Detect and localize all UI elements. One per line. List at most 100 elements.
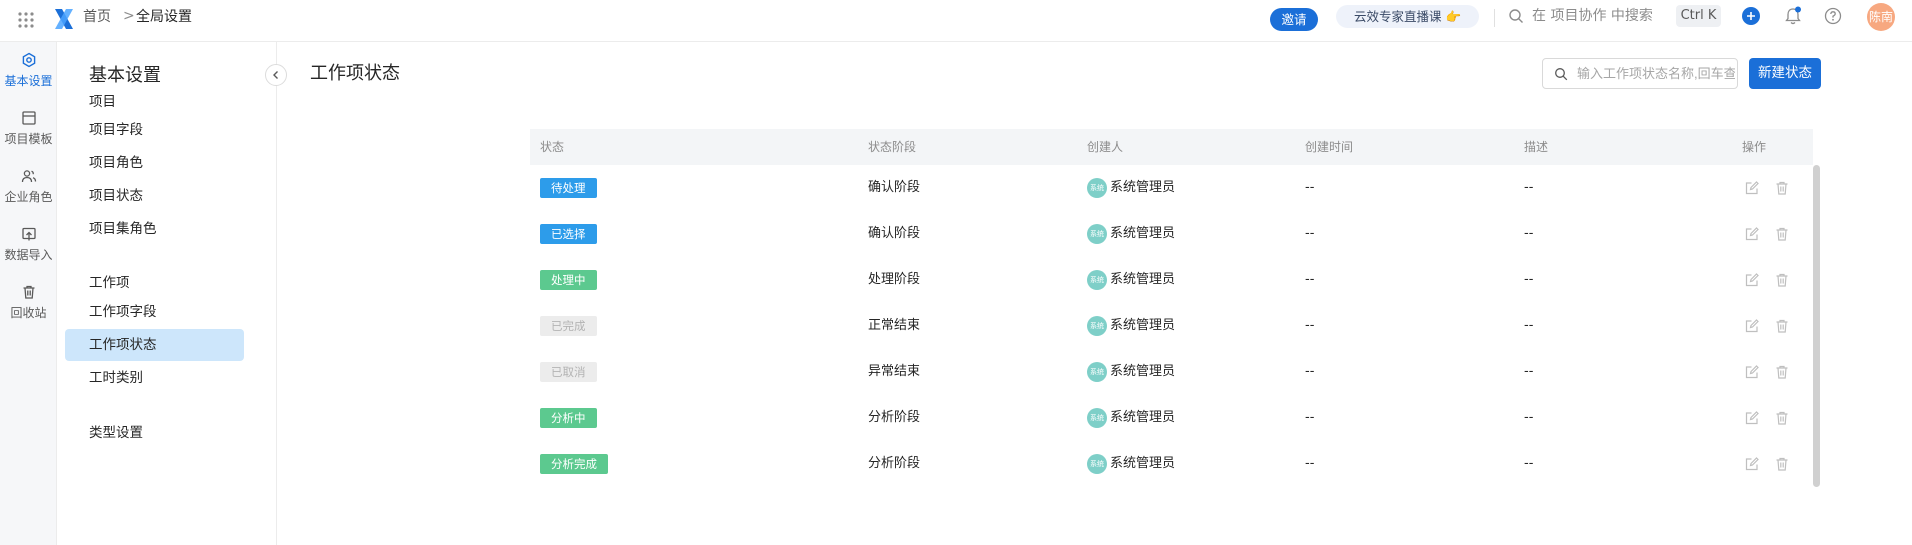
breadcrumb-home[interactable]: 首页 (83, 8, 111, 26)
rail-label: 回收站 (10, 306, 47, 320)
live-course-button[interactable]: 云效专家直播课 👉 (1336, 5, 1479, 28)
nav-group-workitem: 工作项 (89, 275, 130, 291)
stage-cell: 确认阶段 (868, 180, 921, 195)
delete-icon[interactable] (1774, 364, 1790, 380)
main-content: 工作项状态 新建状态 状态 状态阶段 创建人 创建时间 描述 操作 待处理确认阶… (277, 42, 1912, 545)
app-logo-icon[interactable] (53, 6, 75, 32)
stage-cell: 处理阶段 (868, 272, 921, 287)
description-cell: -- (1524, 272, 1534, 287)
creator-avatar: 系统 (1087, 270, 1107, 290)
description-cell: -- (1524, 180, 1534, 195)
rail-item-basic-settings[interactable]: 基本设置 (0, 52, 57, 89)
delete-icon[interactable] (1774, 410, 1790, 426)
created-time-cell: -- (1305, 318, 1315, 333)
apps-grid-icon[interactable] (16, 10, 36, 30)
creator-cell: 系统管理员 (1110, 410, 1176, 425)
table-row: 已取消 异常结束 系统 系统管理员 -- -- (530, 349, 1813, 395)
nav-group-project: 项目 (89, 94, 116, 110)
rail-item-project-template[interactable]: 项目模板 (0, 110, 57, 147)
sidebar-item-workitem-status[interactable]: 工作项状态 (65, 329, 244, 361)
delete-icon[interactable] (1774, 272, 1790, 288)
delete-icon[interactable] (1774, 226, 1790, 242)
created-time-cell: -- (1305, 456, 1315, 471)
search-icon[interactable] (1508, 8, 1524, 24)
status-badge[interactable]: 分析中 (540, 408, 597, 428)
table-row: 已选择 确认阶段 系统 系统管理员 -- -- (530, 211, 1813, 257)
created-time-cell: -- (1305, 364, 1315, 379)
rail-label: 项目模板 (4, 132, 53, 146)
top-bar: 首页 > 全局设置 邀请 云效专家直播课 👉 在 项目协作 中搜索 Ctrl K… (0, 0, 1912, 42)
sidebar-item-worktime-category[interactable]: 工时类别 (65, 362, 244, 394)
status-badge[interactable]: 待处理 (540, 178, 597, 198)
created-time-cell: -- (1305, 226, 1315, 241)
breadcrumb-separator: > (123, 8, 135, 24)
users-icon (21, 170, 36, 183)
column-header-actions: 操作 (1742, 140, 1767, 154)
table-scrollbar[interactable] (1813, 165, 1820, 487)
column-header-status: 状态 (540, 140, 565, 154)
status-search-box[interactable] (1542, 58, 1738, 89)
edit-icon[interactable] (1744, 180, 1760, 196)
delete-icon[interactable] (1774, 318, 1790, 334)
edit-icon[interactable] (1744, 226, 1760, 242)
new-status-button[interactable]: 新建状态 (1749, 58, 1821, 89)
description-cell: -- (1524, 318, 1534, 333)
rail-label: 企业角色 (4, 190, 53, 204)
status-badge[interactable]: 已选择 (540, 224, 597, 244)
description-cell: -- (1524, 226, 1534, 241)
description-cell: -- (1524, 364, 1534, 379)
delete-icon[interactable] (1774, 180, 1790, 196)
column-header-description: 描述 (1524, 140, 1549, 154)
edit-icon[interactable] (1744, 364, 1760, 380)
help-icon[interactable] (1824, 7, 1842, 25)
table-row: 分析中 分析阶段 系统 系统管理员 -- -- (530, 395, 1813, 441)
edit-icon[interactable] (1744, 456, 1760, 472)
sidebar-item-project-status[interactable]: 项目状态 (65, 180, 244, 212)
creator-cell: 系统管理员 (1110, 226, 1176, 241)
column-header-creator: 创建人 (1087, 140, 1124, 154)
sidebar-item-project-roles[interactable]: 项目角色 (65, 147, 244, 179)
status-badge[interactable]: 已取消 (540, 362, 597, 382)
settings-hexagon-icon (22, 52, 35, 68)
creator-avatar: 系统 (1087, 454, 1107, 474)
plus-circle-icon[interactable] (1742, 7, 1760, 25)
creator-avatar: 系统 (1087, 362, 1107, 382)
edit-icon[interactable] (1744, 410, 1760, 426)
table-row: 处理中 处理阶段 系统 系统管理员 -- -- (530, 257, 1813, 303)
sidebar-item-workitem-fields[interactable]: 工作项字段 (65, 296, 244, 328)
sidebar-item-program-roles[interactable]: 项目集角色 (65, 213, 244, 245)
created-time-cell: -- (1305, 272, 1315, 287)
sidebar-item-project-fields[interactable]: 项目字段 (65, 114, 244, 146)
creator-avatar: 系统 (1087, 316, 1107, 336)
status-badge[interactable]: 处理中 (540, 270, 597, 290)
template-icon (21, 111, 36, 125)
settings-sidebar: 基本设置 项目 项目字段 项目角色 项目状态 项目集角色 工作项 工作项字段 工… (57, 42, 287, 545)
user-avatar[interactable]: 陈南 (1867, 3, 1895, 31)
edit-icon[interactable] (1744, 318, 1760, 334)
status-search-input[interactable] (1577, 59, 1735, 88)
invite-button[interactable]: 邀请 (1270, 8, 1318, 31)
nav-group-type-settings: 类型设置 (89, 425, 143, 441)
status-badge[interactable]: 分析完成 (540, 454, 608, 474)
table-row: 分析完成 分析阶段 系统 系统管理员 -- -- (530, 441, 1813, 487)
creator-avatar: 系统 (1087, 224, 1107, 244)
rail-item-data-import[interactable]: 数据导入 (0, 226, 57, 263)
delete-icon[interactable] (1774, 456, 1790, 472)
rail-item-enterprise-role[interactable]: 企业角色 (0, 168, 57, 205)
rail-label: 数据导入 (4, 248, 53, 262)
creator-avatar: 系统 (1087, 408, 1107, 428)
stage-cell: 正常结束 (868, 318, 921, 333)
status-badge[interactable]: 已完成 (540, 316, 597, 336)
import-icon (21, 227, 36, 241)
global-search-input[interactable]: 在 项目协作 中搜索 (1532, 7, 1653, 25)
rail-item-recycle-bin[interactable]: 回收站 (0, 284, 57, 321)
shortcut-hint: Ctrl K (1676, 5, 1721, 27)
edit-icon[interactable] (1744, 272, 1760, 288)
stage-cell: 确认阶段 (868, 226, 921, 241)
stage-cell: 异常结束 (868, 364, 921, 379)
column-header-created-time: 创建时间 (1305, 140, 1354, 154)
bell-icon[interactable] (1784, 6, 1802, 26)
table-row: 已完成 正常结束 系统 系统管理员 -- -- (530, 303, 1813, 349)
creator-cell: 系统管理员 (1110, 318, 1176, 333)
table-row: 待处理 确认阶段 系统 系统管理员 -- -- (530, 165, 1813, 211)
